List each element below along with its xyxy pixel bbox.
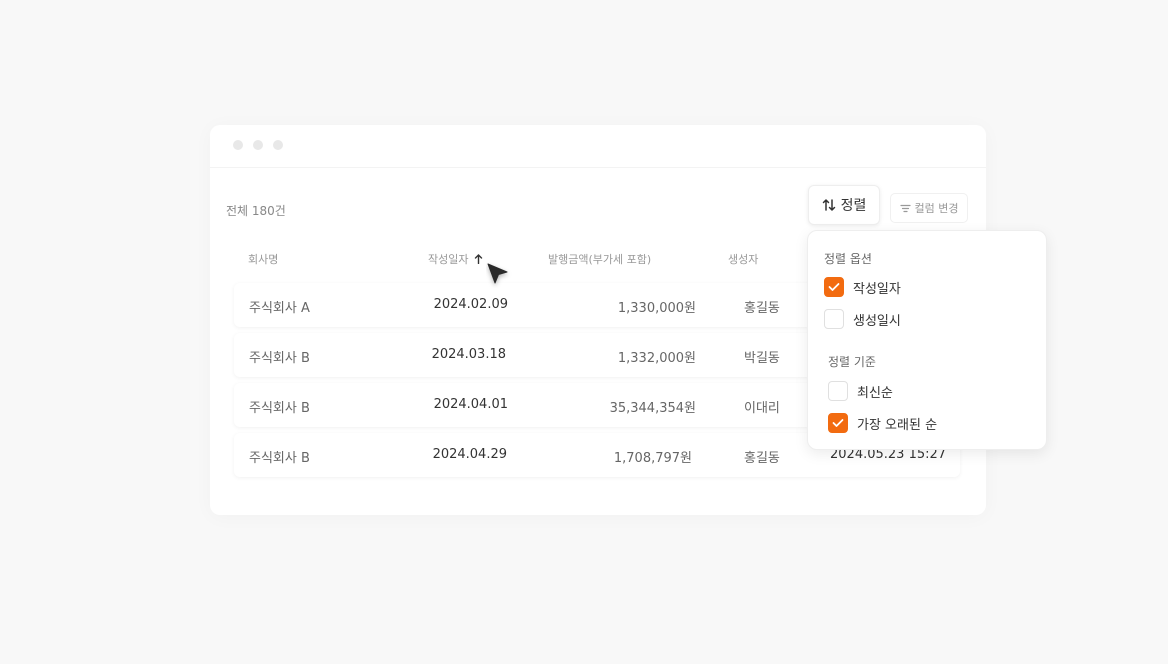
cell-creator: 홍길동 (744, 301, 780, 316)
cell-creator: 박길동 (744, 351, 780, 366)
sort-order-oldest[interactable]: 가장 오래된 순 (828, 413, 937, 433)
sort-option-created-time[interactable]: 생성일시 (824, 309, 901, 329)
checkbox-checked[interactable] (828, 413, 848, 433)
window-titlebar (210, 125, 986, 168)
header-amount[interactable]: 발행금액(부가세 포함) (548, 251, 651, 267)
arrow-up-icon (475, 254, 483, 264)
cell-creator: 홍길동 (744, 451, 780, 466)
sort-order-title: 정렬 기준 (828, 355, 876, 369)
column-change-button[interactable]: 컬럼 변경 (890, 193, 968, 223)
cell-amount: 1,330,000원 (617, 301, 696, 316)
cell-date: 2024.04.29 (432, 447, 507, 462)
total-count: 전체 180건 (226, 204, 286, 218)
mouse-cursor-icon (487, 263, 508, 284)
sort-button-label: 정렬 (840, 198, 867, 214)
header-date[interactable]: 작성일자 (428, 251, 483, 267)
cell-date: 2024.04.01 (433, 397, 508, 412)
cell-creator: 이대리 (744, 401, 780, 416)
sort-options-title: 정렬 옵션 (824, 252, 872, 266)
sort-button[interactable]: 정렬 (808, 185, 880, 225)
column-change-label: 컬럼 변경 (914, 202, 959, 215)
cell-company: 주식회사 B (249, 351, 310, 366)
window-dot-icon (233, 140, 243, 150)
sort-order-newest[interactable]: 최신순 (828, 381, 893, 401)
header-company[interactable]: 회사명 (248, 251, 278, 267)
cell-amount: 1,708,797원 (613, 451, 692, 466)
cell-company: 주식회사 A (249, 301, 310, 316)
cell-company: 주식회사 B (249, 451, 310, 466)
cell-date: 2024.03.18 (431, 347, 506, 362)
sort-arrows-icon (822, 199, 835, 211)
check-icon (828, 283, 840, 291)
cell-amount: 35,344,354원 (609, 401, 696, 416)
cell-date: 2024.02.09 (433, 297, 508, 312)
cell-amount: 1,332,000원 (617, 351, 696, 366)
cell-company: 주식회사 B (249, 401, 310, 416)
header-creator[interactable]: 생성자 (728, 251, 758, 267)
window-dot-icon (253, 140, 263, 150)
filter-lines-icon (899, 204, 911, 212)
check-icon (832, 419, 844, 427)
sort-dropdown: 정렬 옵션 작성일자 생성일시 정렬 기준 최신순 가장 오래된 순 (807, 230, 1047, 450)
sort-option-written-date[interactable]: 작성일자 (824, 277, 901, 297)
checkbox-unchecked[interactable] (824, 309, 844, 329)
window-dot-icon (273, 140, 283, 150)
checkbox-checked[interactable] (824, 277, 844, 297)
checkbox-unchecked[interactable] (828, 381, 848, 401)
